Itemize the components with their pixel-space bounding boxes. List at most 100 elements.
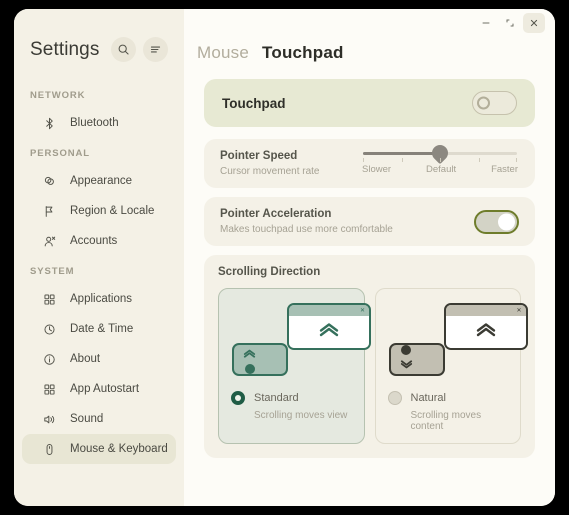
illustration-window: ✕ bbox=[287, 303, 371, 350]
standard-label: Standard bbox=[254, 392, 299, 404]
tab-mouse[interactable]: Mouse bbox=[197, 43, 249, 63]
standard-radio-row[interactable]: Standard bbox=[231, 391, 352, 405]
bluetooth-icon bbox=[42, 116, 57, 131]
slider-ticks bbox=[363, 158, 517, 163]
pointer-acceleration-toggle[interactable] bbox=[474, 209, 519, 234]
slider-labels: Slower Default Faster bbox=[361, 164, 519, 175]
main-content: Mouse Touchpad Touchpad Pointer Speed Cu… bbox=[184, 9, 555, 506]
search-icon bbox=[117, 43, 130, 56]
natural-description: Scrolling moves content bbox=[410, 410, 482, 432]
sidebar-item-region-locale[interactable]: Region & Locale bbox=[22, 196, 176, 226]
sidebar: Settings NETWORK Bluetooth PERSONAL Appe… bbox=[14, 9, 184, 506]
sidebar-item-bluetooth[interactable]: Bluetooth bbox=[22, 108, 176, 138]
pointer-speed-label: Pointer Speed bbox=[220, 150, 298, 162]
pointer-acceleration-sublabel: Makes touchpad use more comfortable bbox=[220, 224, 393, 235]
pointer-acceleration-text: Pointer Acceleration Makes touchpad use … bbox=[220, 208, 393, 235]
scrolling-direction-options: ✕ Standard Scrolling moves view ✕ Natura… bbox=[218, 288, 528, 444]
pointer-speed-control: Slower Default Faster bbox=[319, 141, 519, 175]
illustration-touchpad bbox=[388, 343, 445, 376]
minimize-icon bbox=[481, 18, 491, 28]
slider-max-label: Faster bbox=[491, 164, 518, 175]
pointer-speed-slider[interactable]: Slower Default Faster bbox=[361, 141, 519, 175]
grid-icon bbox=[42, 292, 57, 307]
appearance-icon bbox=[42, 174, 57, 189]
standard-illustration: ✕ bbox=[231, 301, 371, 385]
pointer-speed-text: Pointer Speed Cursor movement rate bbox=[220, 150, 319, 177]
settings-panel: Touchpad Pointer Speed Cursor movement r… bbox=[184, 63, 555, 506]
maximize-icon bbox=[505, 18, 515, 28]
scrolling-direction-heading: Scrolling Direction bbox=[218, 266, 321, 278]
radio-standard[interactable] bbox=[231, 391, 245, 405]
sidebar-item-about[interactable]: About bbox=[22, 344, 176, 374]
sidebar-item-date-time[interactable]: Date & Time bbox=[22, 314, 176, 344]
info-icon bbox=[42, 352, 57, 367]
clock-icon bbox=[42, 322, 57, 337]
sidebar-header: Settings bbox=[14, 9, 184, 72]
radio-natural[interactable] bbox=[387, 391, 402, 405]
sidebar-item-label: Region & Locale bbox=[70, 205, 155, 217]
pointer-acceleration-label: Pointer Acceleration bbox=[220, 208, 332, 220]
natural-radio-row[interactable]: Natural bbox=[387, 391, 509, 405]
close-button[interactable] bbox=[523, 13, 545, 33]
sidebar-item-label: Sound bbox=[70, 413, 104, 425]
chevron-up-icon bbox=[318, 322, 340, 342]
toggle-knob bbox=[498, 213, 515, 230]
pointer-acceleration-row: Pointer Acceleration Makes touchpad use … bbox=[204, 197, 535, 246]
illustration-close-icon: ✕ bbox=[516, 307, 522, 314]
illustration-window-titlebar: ✕ bbox=[445, 305, 526, 316]
sidebar-item-app-autostart[interactable]: App Autostart bbox=[22, 374, 176, 404]
slider-track-fill bbox=[363, 152, 440, 155]
illustration-window-body bbox=[289, 316, 369, 348]
sidebar-item-sound[interactable]: Sound bbox=[22, 404, 176, 434]
window-controls bbox=[184, 9, 555, 37]
menu-icon bbox=[149, 43, 162, 56]
tab-bar: Mouse Touchpad bbox=[184, 37, 555, 63]
illustration-close-icon: ✕ bbox=[359, 307, 365, 314]
illustration-window-body bbox=[445, 316, 526, 348]
pointer-acceleration-control bbox=[393, 209, 519, 234]
sidebar-group-network: NETWORK bbox=[30, 90, 86, 101]
sidebar-item-label: Bluetooth bbox=[70, 117, 119, 129]
maximize-button[interactable] bbox=[499, 13, 521, 33]
sidebar-item-label: Date & Time bbox=[70, 323, 134, 335]
sidebar-item-applications[interactable]: Applications bbox=[22, 284, 176, 314]
chevron-down-icon bbox=[400, 356, 413, 374]
scroll-option-natural[interactable]: ✕ Natural Scrolling moves content bbox=[374, 288, 528, 444]
grid-icon bbox=[42, 382, 57, 397]
natural-label: Natural bbox=[410, 392, 446, 404]
touchpad-gesture-natural bbox=[400, 345, 413, 374]
pointer-speed-sublabel: Cursor movement rate bbox=[220, 166, 320, 177]
pointer-acceleration-card: Pointer Acceleration Makes touchpad use … bbox=[204, 197, 535, 246]
slider-value-label: Default bbox=[426, 164, 457, 175]
app-title: Settings bbox=[30, 38, 100, 60]
toggle-knob bbox=[477, 96, 490, 110]
slider-track bbox=[363, 141, 517, 165]
sidebar-item-label: Appearance bbox=[70, 175, 133, 187]
sidebar-group-system: SYSTEM bbox=[30, 266, 75, 277]
menu-button[interactable] bbox=[143, 37, 168, 62]
pointer-speed-row: Pointer Speed Cursor movement rate Slowe… bbox=[204, 139, 535, 188]
scrolling-direction-card: Scrolling Direction ✕ Standard Scrolling… bbox=[204, 255, 535, 458]
minimize-button[interactable] bbox=[475, 13, 497, 33]
settings-window: Settings NETWORK Bluetooth PERSONAL Appe… bbox=[14, 9, 555, 506]
tab-touchpad[interactable]: Touchpad bbox=[262, 43, 344, 63]
touchpad-toggle[interactable] bbox=[472, 91, 517, 115]
slider-min-label: Slower bbox=[362, 164, 392, 175]
illustration-touchpad bbox=[232, 343, 288, 376]
natural-illustration: ✕ bbox=[388, 301, 528, 385]
flag-icon bbox=[42, 204, 57, 219]
sidebar-nav: NETWORK Bluetooth PERSONAL Appearance Re… bbox=[14, 72, 184, 464]
chevron-up-icon bbox=[475, 322, 497, 342]
search-button[interactable] bbox=[111, 37, 136, 62]
scroll-option-standard[interactable]: ✕ Standard Scrolling moves view bbox=[218, 288, 371, 444]
sidebar-item-mouse-keyboard[interactable]: Mouse & Keyboard bbox=[22, 434, 176, 464]
touchpad-gesture-standard bbox=[243, 345, 256, 374]
finger-dot-icon bbox=[401, 345, 411, 355]
touchpad-master-card: Touchpad bbox=[204, 79, 535, 127]
sidebar-item-appearance[interactable]: Appearance bbox=[22, 166, 176, 196]
finger-dot-icon bbox=[244, 364, 255, 374]
mouse-icon bbox=[42, 442, 57, 457]
sidebar-item-accounts[interactable]: Accounts bbox=[22, 226, 176, 256]
sidebar-item-label: Applications bbox=[70, 293, 133, 305]
sidebar-item-label: Mouse & Keyboard bbox=[70, 443, 168, 455]
